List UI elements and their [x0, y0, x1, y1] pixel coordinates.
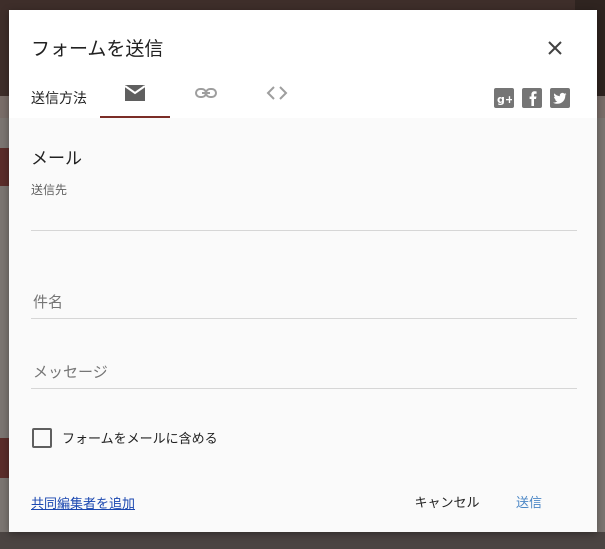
send-form-dialog: フォームを送信 送信方法 g+ メール 送信先 件名 メッセージ フォームをメー…: [9, 10, 597, 532]
background-accent-strip: [0, 438, 9, 478]
dialog-title: フォームを送信: [31, 38, 164, 60]
twitter-share-button[interactable]: [550, 88, 570, 108]
background-footer: [0, 532, 605, 549]
email-section-title: メール: [31, 149, 82, 169]
tab-link[interactable]: [171, 80, 241, 118]
google-plus-icon: g+: [497, 93, 512, 106]
add-collaborators-link[interactable]: 共同編集者を追加: [31, 493, 135, 512]
google-plus-share-button[interactable]: g+: [494, 88, 514, 108]
recipient-field[interactable]: [31, 200, 577, 231]
link-icon: [195, 88, 217, 98]
tab-embed[interactable]: [242, 80, 312, 118]
close-icon: [548, 41, 562, 55]
include-form-checkbox[interactable]: [32, 428, 52, 448]
close-button[interactable]: [541, 34, 569, 62]
embed-code-icon: [266, 86, 288, 100]
mail-icon: [124, 85, 146, 101]
svg-text:g+: g+: [497, 93, 512, 106]
send-via-label: 送信方法: [31, 91, 87, 107]
subject-field[interactable]: [31, 286, 577, 319]
send-button[interactable]: 送信: [499, 486, 559, 516]
facebook-share-button[interactable]: [522, 88, 542, 108]
recipient-label: 送信先: [31, 183, 68, 197]
message-field[interactable]: [31, 356, 577, 389]
tab-email[interactable]: [100, 80, 170, 118]
cancel-button[interactable]: キャンセル: [407, 486, 487, 516]
facebook-icon: [529, 91, 537, 106]
twitter-icon: [553, 92, 567, 104]
include-form-label: フォームをメールに含める: [62, 432, 218, 447]
background-accent-strip: [0, 148, 9, 186]
